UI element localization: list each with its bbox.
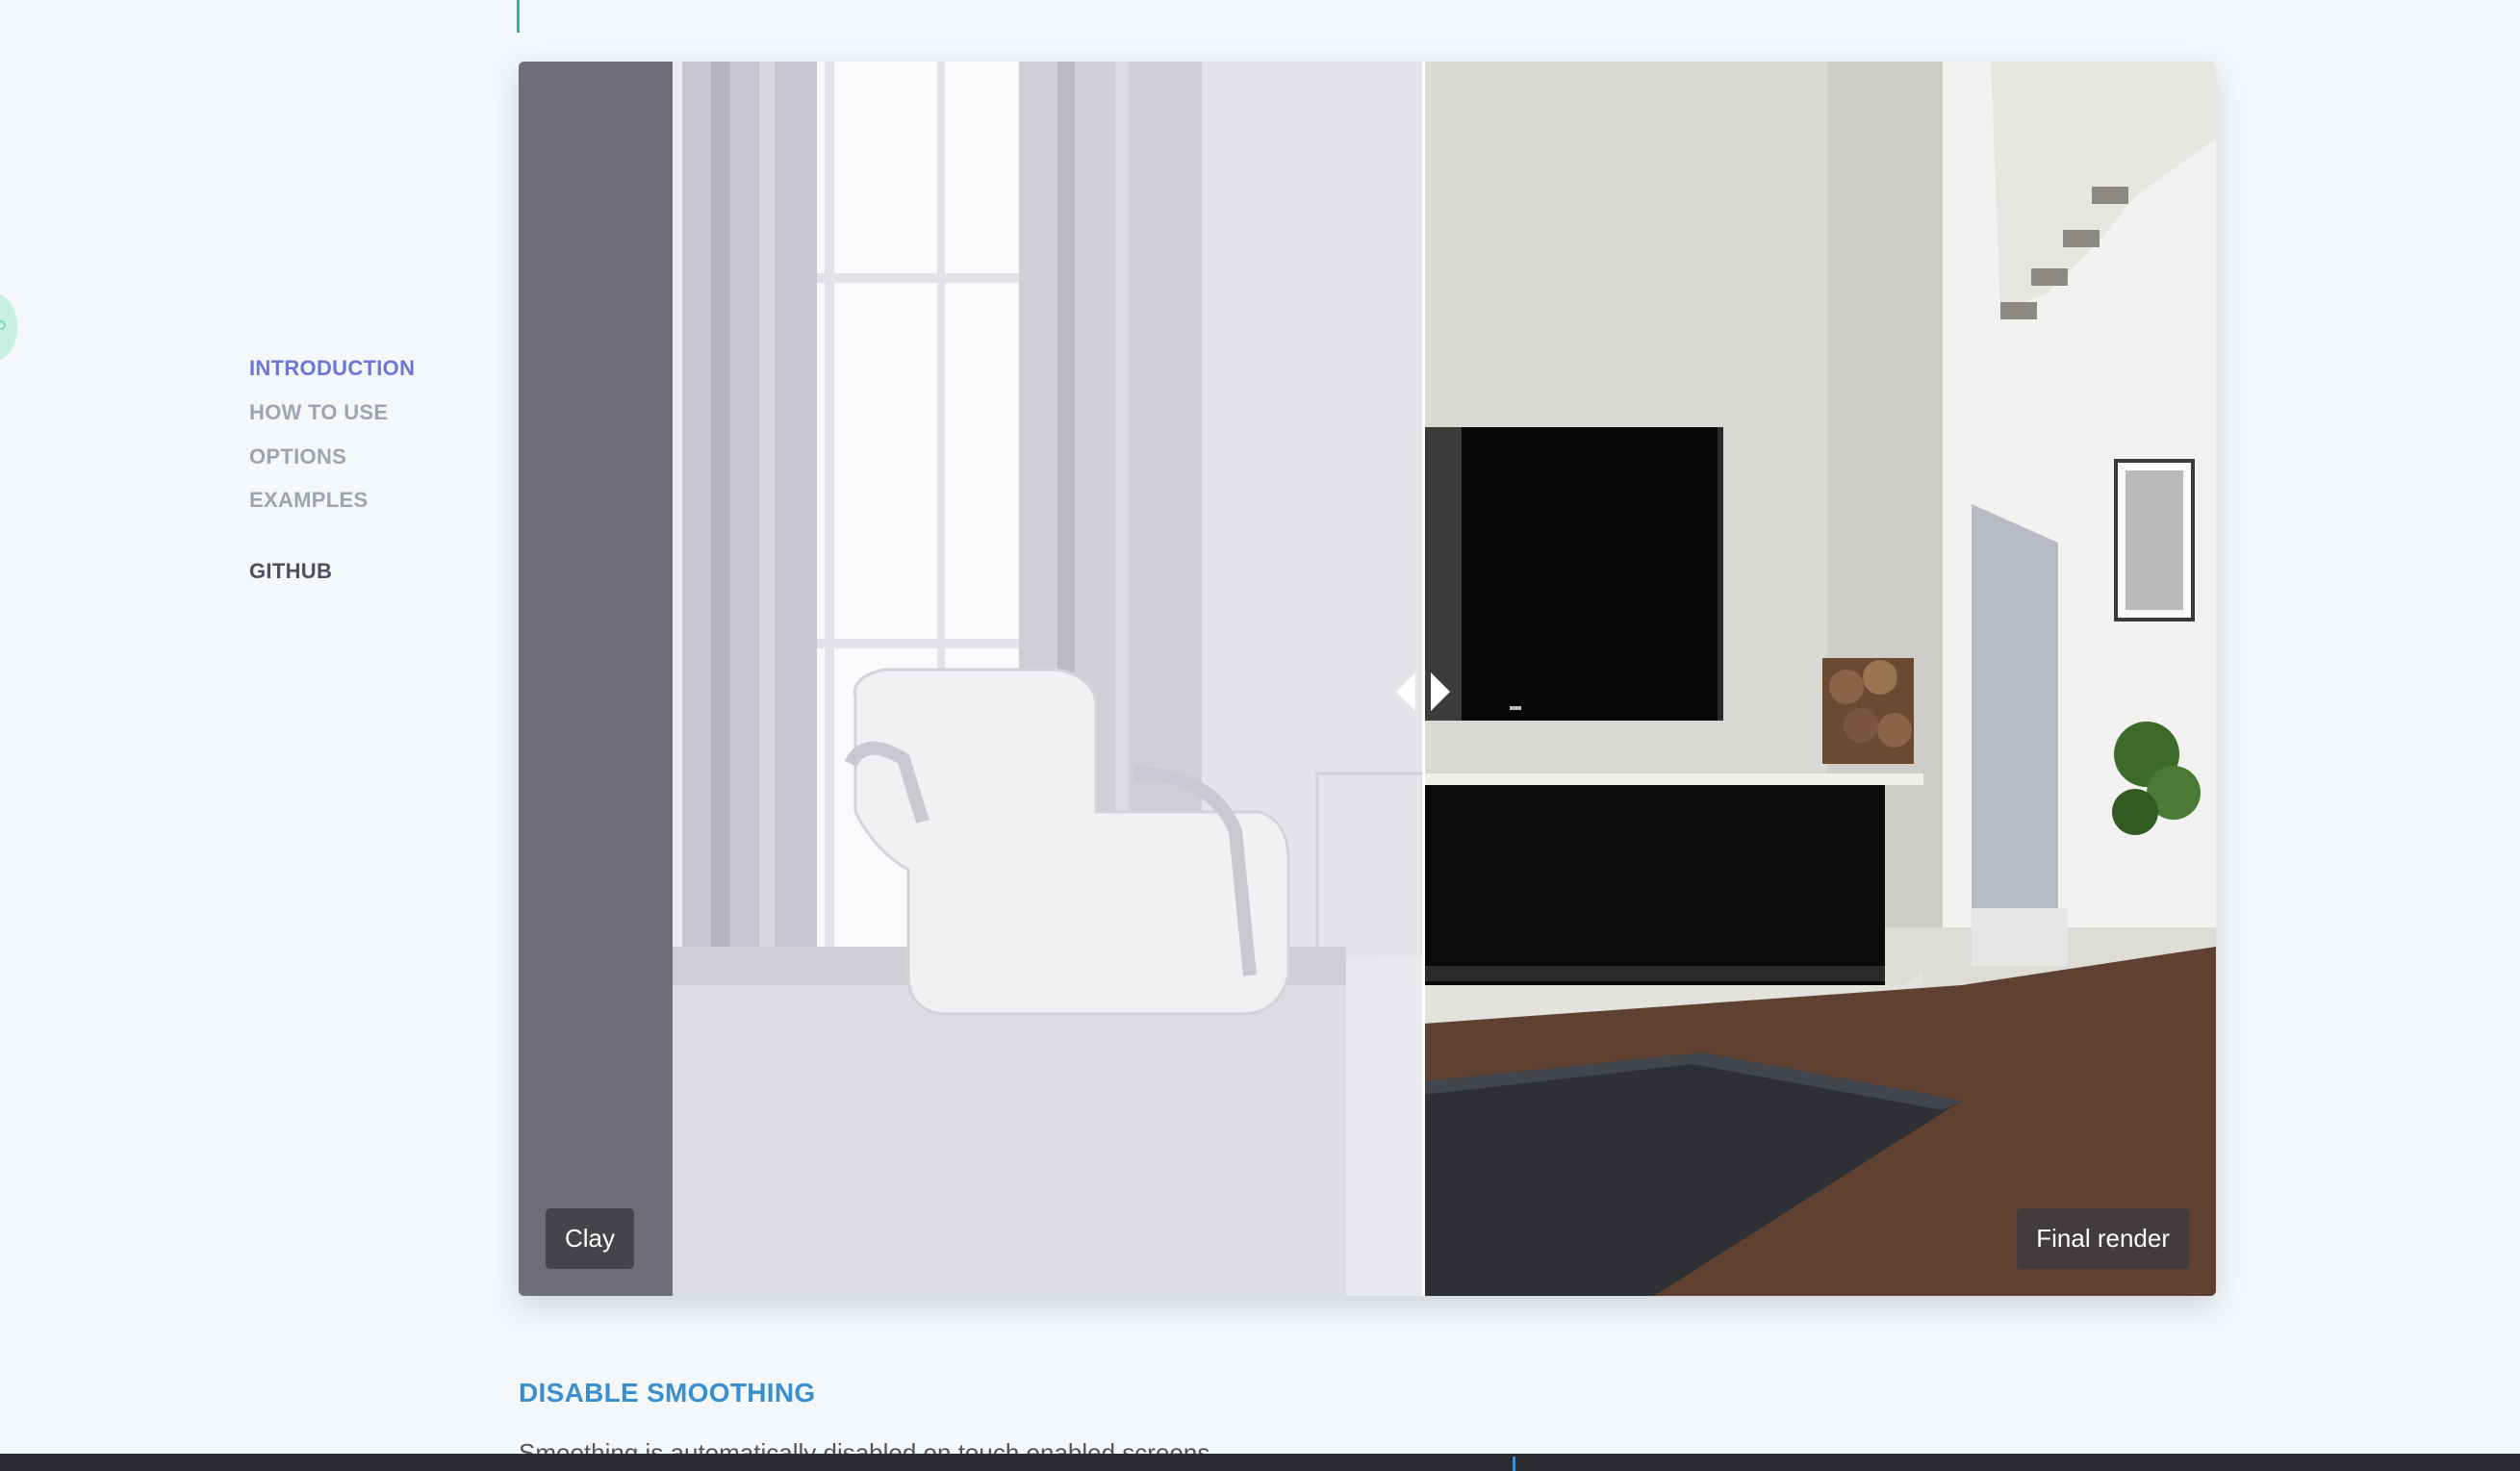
text-caret [517, 0, 520, 33]
clay-label: Clay [546, 1208, 635, 1269]
section-title: DISABLE SMOOTHING [519, 1378, 816, 1408]
sidebar-item-examples[interactable]: EXAMPLES [249, 488, 368, 513]
image-comparison-slider[interactable]: Clay Final render [519, 62, 2216, 1296]
taskbar-indicator [1513, 1457, 1515, 1471]
comparison-handle[interactable] [1387, 658, 1460, 725]
sidebar-item-introduction[interactable]: INTRODUCTION [249, 356, 415, 381]
sidebar-item-how-to-use[interactable]: HOW TO USE [249, 400, 388, 425]
sidebar-item-options[interactable]: OPTIONS [249, 444, 346, 469]
chevron-left-icon [1396, 672, 1415, 711]
taskbar-edge [0, 1454, 2520, 1471]
page: INTRODUCTION HOW TO USE OPTIONS EXAMPLES… [0, 0, 2520, 1471]
chevron-right-icon [1431, 672, 1450, 711]
living-room-illustration [1423, 62, 2216, 1296]
clay-room-illustration [519, 62, 1423, 1296]
final-render-image: Final render [1423, 62, 2216, 1296]
sidebar-item-github[interactable]: GITHUB [249, 559, 332, 584]
clay-render-image: Clay [519, 62, 1423, 1296]
final-render-label: Final render [2017, 1208, 2189, 1269]
